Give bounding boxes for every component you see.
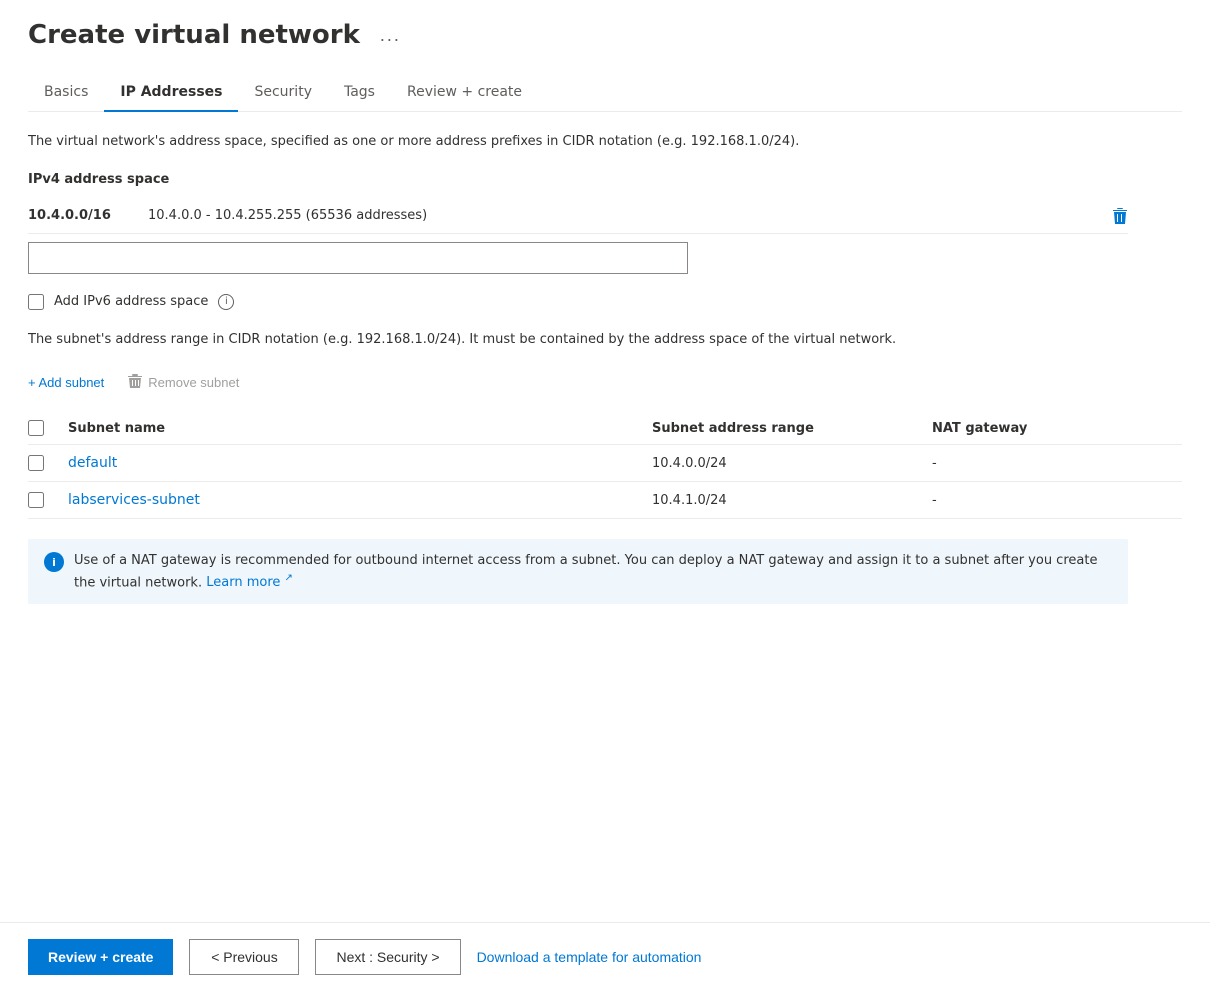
table-header-row: Subnet name Subnet address range NAT gat… [28, 412, 1182, 445]
ip-addresses-description: The virtual network's address space, spe… [28, 132, 1182, 152]
remove-subnet-button[interactable]: Remove subnet [128, 369, 239, 396]
col-header-nat-gateway: NAT gateway [932, 421, 1182, 436]
subnet-nat-default: - [932, 456, 1182, 471]
subnet-table-container: Subnet name Subnet address range NAT gat… [28, 412, 1182, 519]
external-link-icon: ↗ [285, 573, 293, 584]
add-subnet-button[interactable]: + Add subnet [28, 371, 104, 394]
tabs-navigation: Basics IP Addresses Security Tags Review… [28, 74, 1182, 112]
add-ipv6-row: Add IPv6 address space i [28, 294, 1182, 310]
ipv6-info-icon[interactable]: i [218, 294, 234, 310]
next-security-button[interactable]: Next : Security > [315, 939, 460, 975]
subnet-address-range-default: 10.4.0.0/24 [652, 456, 932, 471]
col-header-subnet-name: Subnet name [68, 421, 652, 436]
subnet-link-default[interactable]: default [68, 455, 117, 471]
download-template-button[interactable]: Download a template for automation [477, 941, 702, 973]
previous-button[interactable]: < Previous [189, 939, 299, 975]
remove-icon [128, 373, 142, 392]
footer: Review + create < Previous Next : Securi… [0, 922, 1210, 991]
info-box-text: Use of a NAT gateway is recommended for … [74, 551, 1112, 592]
address-space-entry: 10.4.0.0/16 10.4.0.0 - 10.4.255.255 (655… [28, 199, 1128, 234]
ellipsis-menu-button[interactable]: ... [372, 21, 409, 50]
remove-subnet-label: Remove subnet [148, 375, 239, 390]
tab-review-create[interactable]: Review + create [391, 74, 538, 112]
address-range: 10.4.0.0 - 10.4.255.255 (65536 addresses… [148, 208, 1092, 223]
ipv4-section-title: IPv4 address space [28, 172, 1128, 187]
info-icon: i [44, 552, 64, 572]
address-space-input[interactable] [28, 242, 688, 274]
subnet-nat-labservices: - [932, 493, 1182, 508]
page-title: Create virtual network [28, 20, 360, 50]
table-row: default 10.4.0.0/24 - [28, 445, 1182, 482]
add-ipv6-checkbox[interactable] [28, 294, 44, 310]
address-cidr: 10.4.0.0/16 [28, 208, 128, 223]
delete-address-icon[interactable] [1112, 207, 1128, 225]
review-create-button[interactable]: Review + create [28, 939, 173, 975]
nat-info-box: i Use of a NAT gateway is recommended fo… [28, 539, 1128, 604]
subnet-address-range-labservices: 10.4.1.0/24 [652, 493, 932, 508]
select-all-checkbox[interactable] [28, 420, 44, 436]
tab-basics[interactable]: Basics [28, 74, 104, 112]
add-subnet-label: + Add subnet [28, 375, 104, 390]
tab-security[interactable]: Security [238, 74, 328, 112]
tab-tags[interactable]: Tags [328, 74, 391, 112]
subnet-description: The subnet's address range in CIDR notat… [28, 330, 1078, 350]
add-ipv6-label: Add IPv6 address space [54, 294, 208, 309]
col-header-address-range: Subnet address range [652, 421, 932, 436]
learn-more-link[interactable]: Learn more ↗ [206, 575, 293, 590]
row-checkbox-labservices[interactable] [28, 492, 44, 508]
row-checkbox-default[interactable] [28, 455, 44, 471]
subnet-link-labservices[interactable]: labservices-subnet [68, 492, 200, 508]
tab-ip-addresses[interactable]: IP Addresses [104, 74, 238, 112]
table-row: labservices-subnet 10.4.1.0/24 - [28, 482, 1182, 519]
subnet-actions: + Add subnet Remove subnet [28, 369, 1182, 396]
